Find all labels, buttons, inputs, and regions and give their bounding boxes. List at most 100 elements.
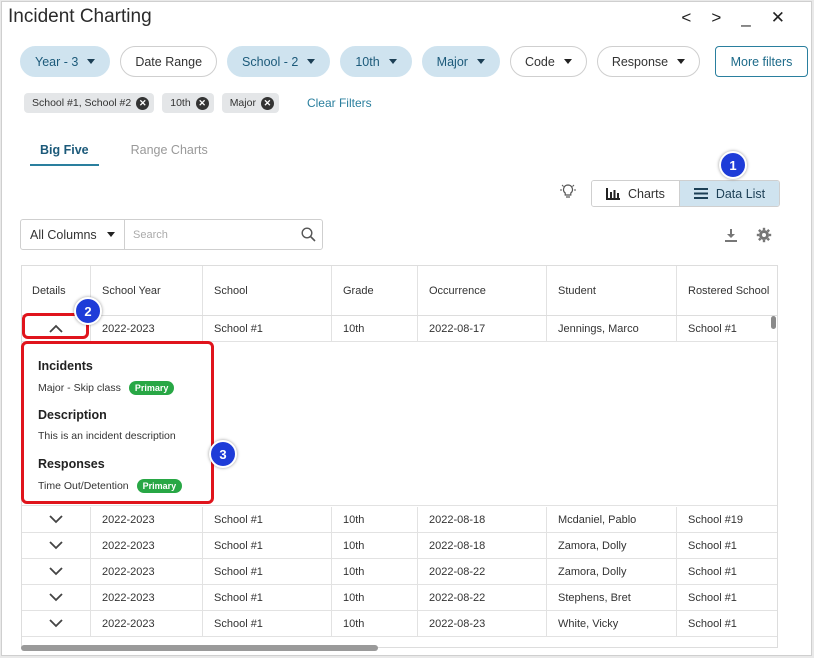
- remove-chip-icon[interactable]: ✕: [260, 96, 274, 110]
- cell-occurrence: 2022-08-22: [418, 559, 547, 584]
- column-header-school-year[interactable]: School Year: [91, 266, 203, 315]
- callout-marker-2: 2: [74, 297, 102, 325]
- responses-value: Time Out/Detention Primary: [38, 479, 183, 493]
- cell-school: School #1: [203, 559, 332, 584]
- cell-rostered-school: School #1: [688, 617, 737, 630]
- cell-occurrence: 2022-08-17: [418, 316, 547, 341]
- chip-type: Major ✕: [221, 93, 279, 113]
- chip-label: Major: [229, 97, 256, 109]
- filter-date-range[interactable]: Date Range: [120, 46, 218, 77]
- primary-badge: Primary: [136, 479, 183, 493]
- cell-rostered-school: School #1: [688, 565, 737, 578]
- chip-label: School #1, School #2: [32, 97, 132, 109]
- incidents-text: Major - Skip class: [38, 382, 121, 394]
- active-filter-chips: School #1, School #2 ✕ 10th ✕ Major ✕ Clear…: [24, 93, 372, 113]
- responses-heading: Responses: [38, 457, 105, 471]
- column-header-rostered-school[interactable]: Rostered School: [677, 266, 777, 315]
- caret-down-icon: [476, 59, 485, 64]
- remove-chip-icon[interactable]: ✕: [136, 96, 150, 110]
- responses-section: Responses Time Out/Detention Primary: [38, 457, 183, 493]
- caret-down-icon: [388, 59, 397, 64]
- cell-occurrence: 2022-08-22: [418, 585, 547, 610]
- cell-school: School #1: [203, 507, 332, 532]
- bar-chart-icon: [606, 187, 620, 200]
- cell-grade: 10th: [332, 316, 418, 341]
- incidents-value: Major - Skip class Primary: [38, 381, 175, 395]
- charts-view-button[interactable]: Charts: [592, 181, 679, 206]
- cell-student: Stephens, Bret: [547, 585, 677, 610]
- cell-school-year: 2022-2023: [91, 316, 203, 341]
- cell-school-year: 2022-2023: [91, 533, 203, 558]
- column-header-occurrence[interactable]: Occurrence: [418, 266, 547, 315]
- cell-school-year: 2022-2023: [91, 611, 203, 636]
- incidents-heading: Incidents: [38, 359, 93, 373]
- chevron-up-icon: [49, 324, 63, 333]
- callout-marker-3: 3: [209, 440, 237, 468]
- more-filters-button[interactable]: More filters: [715, 46, 808, 77]
- details-toggle[interactable]: [22, 559, 91, 584]
- cell-grade: 10th: [332, 611, 418, 636]
- cell-rostered-school: School #1: [688, 591, 737, 604]
- back-arrow-icon[interactable]: <: [681, 8, 691, 28]
- remove-chip-icon[interactable]: ✕: [195, 96, 209, 110]
- details-toggle[interactable]: [22, 533, 91, 558]
- caret-down-icon: [107, 232, 115, 237]
- chip-label: 10th: [170, 97, 191, 109]
- vertical-scrollbar[interactable]: [771, 316, 776, 329]
- close-icon[interactable]: ✕: [771, 8, 785, 28]
- expanded-row-details: Incidents Major - Skip class Primary Des…: [22, 342, 777, 506]
- caret-down-icon: [677, 59, 686, 64]
- table-row: 2022-2023 School #1 10th 2022-08-23 Whit…: [22, 611, 777, 637]
- view-toggle: Charts Data List: [591, 180, 781, 207]
- search-icon[interactable]: [294, 220, 322, 249]
- column-header-student[interactable]: Student: [547, 266, 677, 315]
- filter-response-label: Response: [611, 54, 669, 69]
- filter-bar: Year - 3 Date Range School - 2 10th Majo…: [20, 46, 701, 77]
- tab-big-five[interactable]: Big Five: [30, 141, 99, 166]
- column-header-school[interactable]: School: [203, 266, 332, 315]
- chevron-down-icon: [49, 593, 63, 602]
- download-icon[interactable]: [724, 228, 738, 242]
- filter-grade[interactable]: 10th: [340, 46, 412, 77]
- horizontal-scrollbar[interactable]: [21, 645, 378, 651]
- cell-student: Zamora, Dolly: [547, 533, 677, 558]
- chip-grade: 10th ✕: [162, 93, 214, 113]
- filter-type[interactable]: Major: [421, 46, 500, 77]
- details-toggle[interactable]: [22, 611, 91, 636]
- table-row: 2022-2023 School #1 10th 2022-08-22 Zamo…: [22, 559, 777, 585]
- description-section: Description This is an incident descript…: [38, 408, 176, 442]
- table-row: 2022-2023 School #1 10th 2022-08-17 Jenn…: [22, 316, 777, 342]
- cell-school-year: 2022-2023: [91, 585, 203, 610]
- cell-grade: 10th: [332, 507, 418, 532]
- window-title: Incident Charting: [8, 6, 152, 27]
- filter-response[interactable]: Response: [596, 46, 701, 77]
- details-toggle[interactable]: [22, 507, 91, 532]
- table-search-bar: All Columns: [20, 219, 323, 250]
- data-list-view-button[interactable]: Data List: [678, 181, 780, 206]
- minimize-icon[interactable]: _: [741, 8, 750, 28]
- column-header-grade[interactable]: Grade: [332, 266, 418, 315]
- cell-grade: 10th: [332, 559, 418, 584]
- column-select[interactable]: All Columns: [21, 220, 125, 249]
- incidents-section: Incidents Major - Skip class Primary: [38, 359, 175, 395]
- caret-down-icon: [563, 59, 572, 64]
- tab-range-charts[interactable]: Range Charts: [121, 141, 218, 166]
- cell-rostered-school: School #1: [688, 539, 737, 552]
- filter-school-label: School - 2: [242, 54, 299, 69]
- forward-arrow-icon[interactable]: >: [711, 8, 721, 28]
- details-toggle[interactable]: [22, 585, 91, 610]
- clear-filters-link[interactable]: Clear Filters: [307, 96, 372, 110]
- list-icon: [693, 188, 708, 199]
- chevron-down-icon: [49, 619, 63, 628]
- filter-type-label: Major: [436, 54, 468, 69]
- filter-year-label: Year - 3: [35, 54, 79, 69]
- filter-code[interactable]: Code: [509, 46, 587, 77]
- search-input[interactable]: [125, 220, 294, 249]
- cell-grade: 10th: [332, 533, 418, 558]
- lightbulb-icon[interactable]: [559, 182, 577, 200]
- chevron-down-icon: [49, 567, 63, 576]
- filter-school[interactable]: School - 2: [227, 46, 331, 77]
- settings-gear-icon[interactable]: [756, 227, 772, 243]
- cell-occurrence: 2022-08-23: [418, 611, 547, 636]
- filter-year[interactable]: Year - 3: [20, 46, 111, 77]
